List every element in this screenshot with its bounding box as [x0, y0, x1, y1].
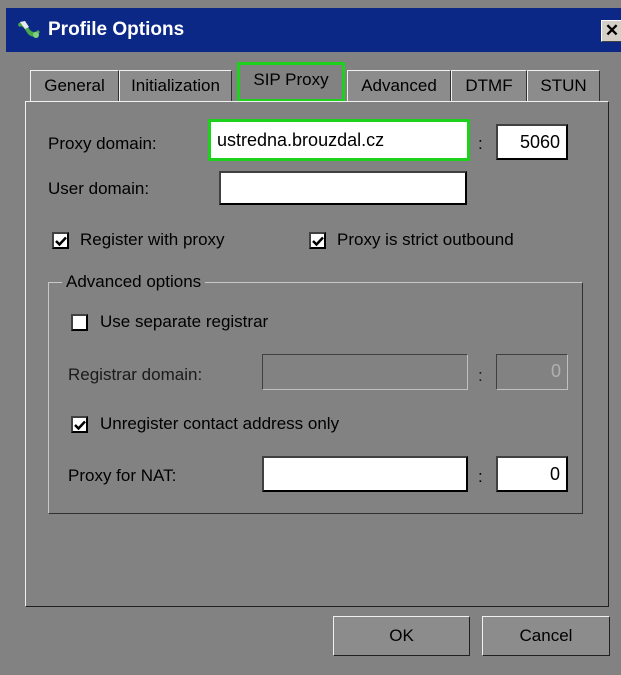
window-title: Profile Options: [48, 19, 185, 40]
proxy-domain-input[interactable]: ustredna.brouzdal.cz: [208, 119, 470, 161]
registrar-port-input[interactable]: 0: [496, 354, 568, 390]
profile-options-dialog: Profile Options ✕ General Initialization…: [0, 0, 621, 675]
port-separator: :: [478, 134, 483, 153]
registrar-domain-label: Registrar domain:: [68, 365, 203, 384]
tab-dtmf[interactable]: DTMF: [451, 70, 527, 102]
separate-registrar-label[interactable]: Use separate registrar: [100, 312, 268, 332]
registrar-domain-input[interactable]: [262, 354, 468, 390]
checkmark-icon: [74, 420, 86, 431]
tab-initialization[interactable]: Initialization: [119, 70, 232, 102]
tab-stun[interactable]: STUN: [527, 70, 600, 102]
app-icon: [16, 18, 42, 42]
user-domain-label: User domain:: [48, 179, 150, 198]
strict-outbound-label[interactable]: Proxy is strict outbound: [337, 230, 514, 250]
checkmark-icon: [55, 236, 67, 247]
ok-button[interactable]: OK: [333, 616, 470, 656]
register-with-proxy-checkbox[interactable]: [52, 232, 69, 249]
strict-outbound-checkbox[interactable]: [309, 232, 326, 249]
separate-registrar-checkbox[interactable]: [71, 314, 88, 331]
user-domain-input[interactable]: [219, 171, 467, 205]
unregister-contact-checkbox[interactable]: [71, 416, 88, 433]
register-with-proxy-label[interactable]: Register with proxy: [80, 230, 225, 250]
nat-port-input[interactable]: 0: [496, 456, 568, 492]
proxy-for-nat-label: Proxy for NAT:: [68, 466, 177, 485]
close-icon: ✕: [604, 21, 620, 40]
title-bar: Profile Options ✕: [6, 8, 621, 52]
tab-general[interactable]: General: [30, 70, 119, 102]
tab-advanced[interactable]: Advanced: [347, 70, 451, 102]
unregister-contact-label[interactable]: Unregister contact address only: [100, 414, 339, 434]
checkmark-icon: [312, 236, 324, 247]
cancel-button[interactable]: Cancel: [482, 616, 610, 656]
proxy-domain-label: Proxy domain:: [48, 134, 157, 153]
proxy-port-input[interactable]: 5060: [496, 124, 568, 160]
close-button[interactable]: ✕: [601, 20, 621, 42]
advanced-options-title: Advanced options: [62, 272, 206, 292]
proxy-for-nat-input[interactable]: [262, 456, 468, 492]
nat-port-separator: :: [478, 467, 483, 486]
registrar-port-separator: :: [478, 366, 483, 385]
tab-sip-proxy[interactable]: SIP Proxy: [237, 62, 345, 102]
